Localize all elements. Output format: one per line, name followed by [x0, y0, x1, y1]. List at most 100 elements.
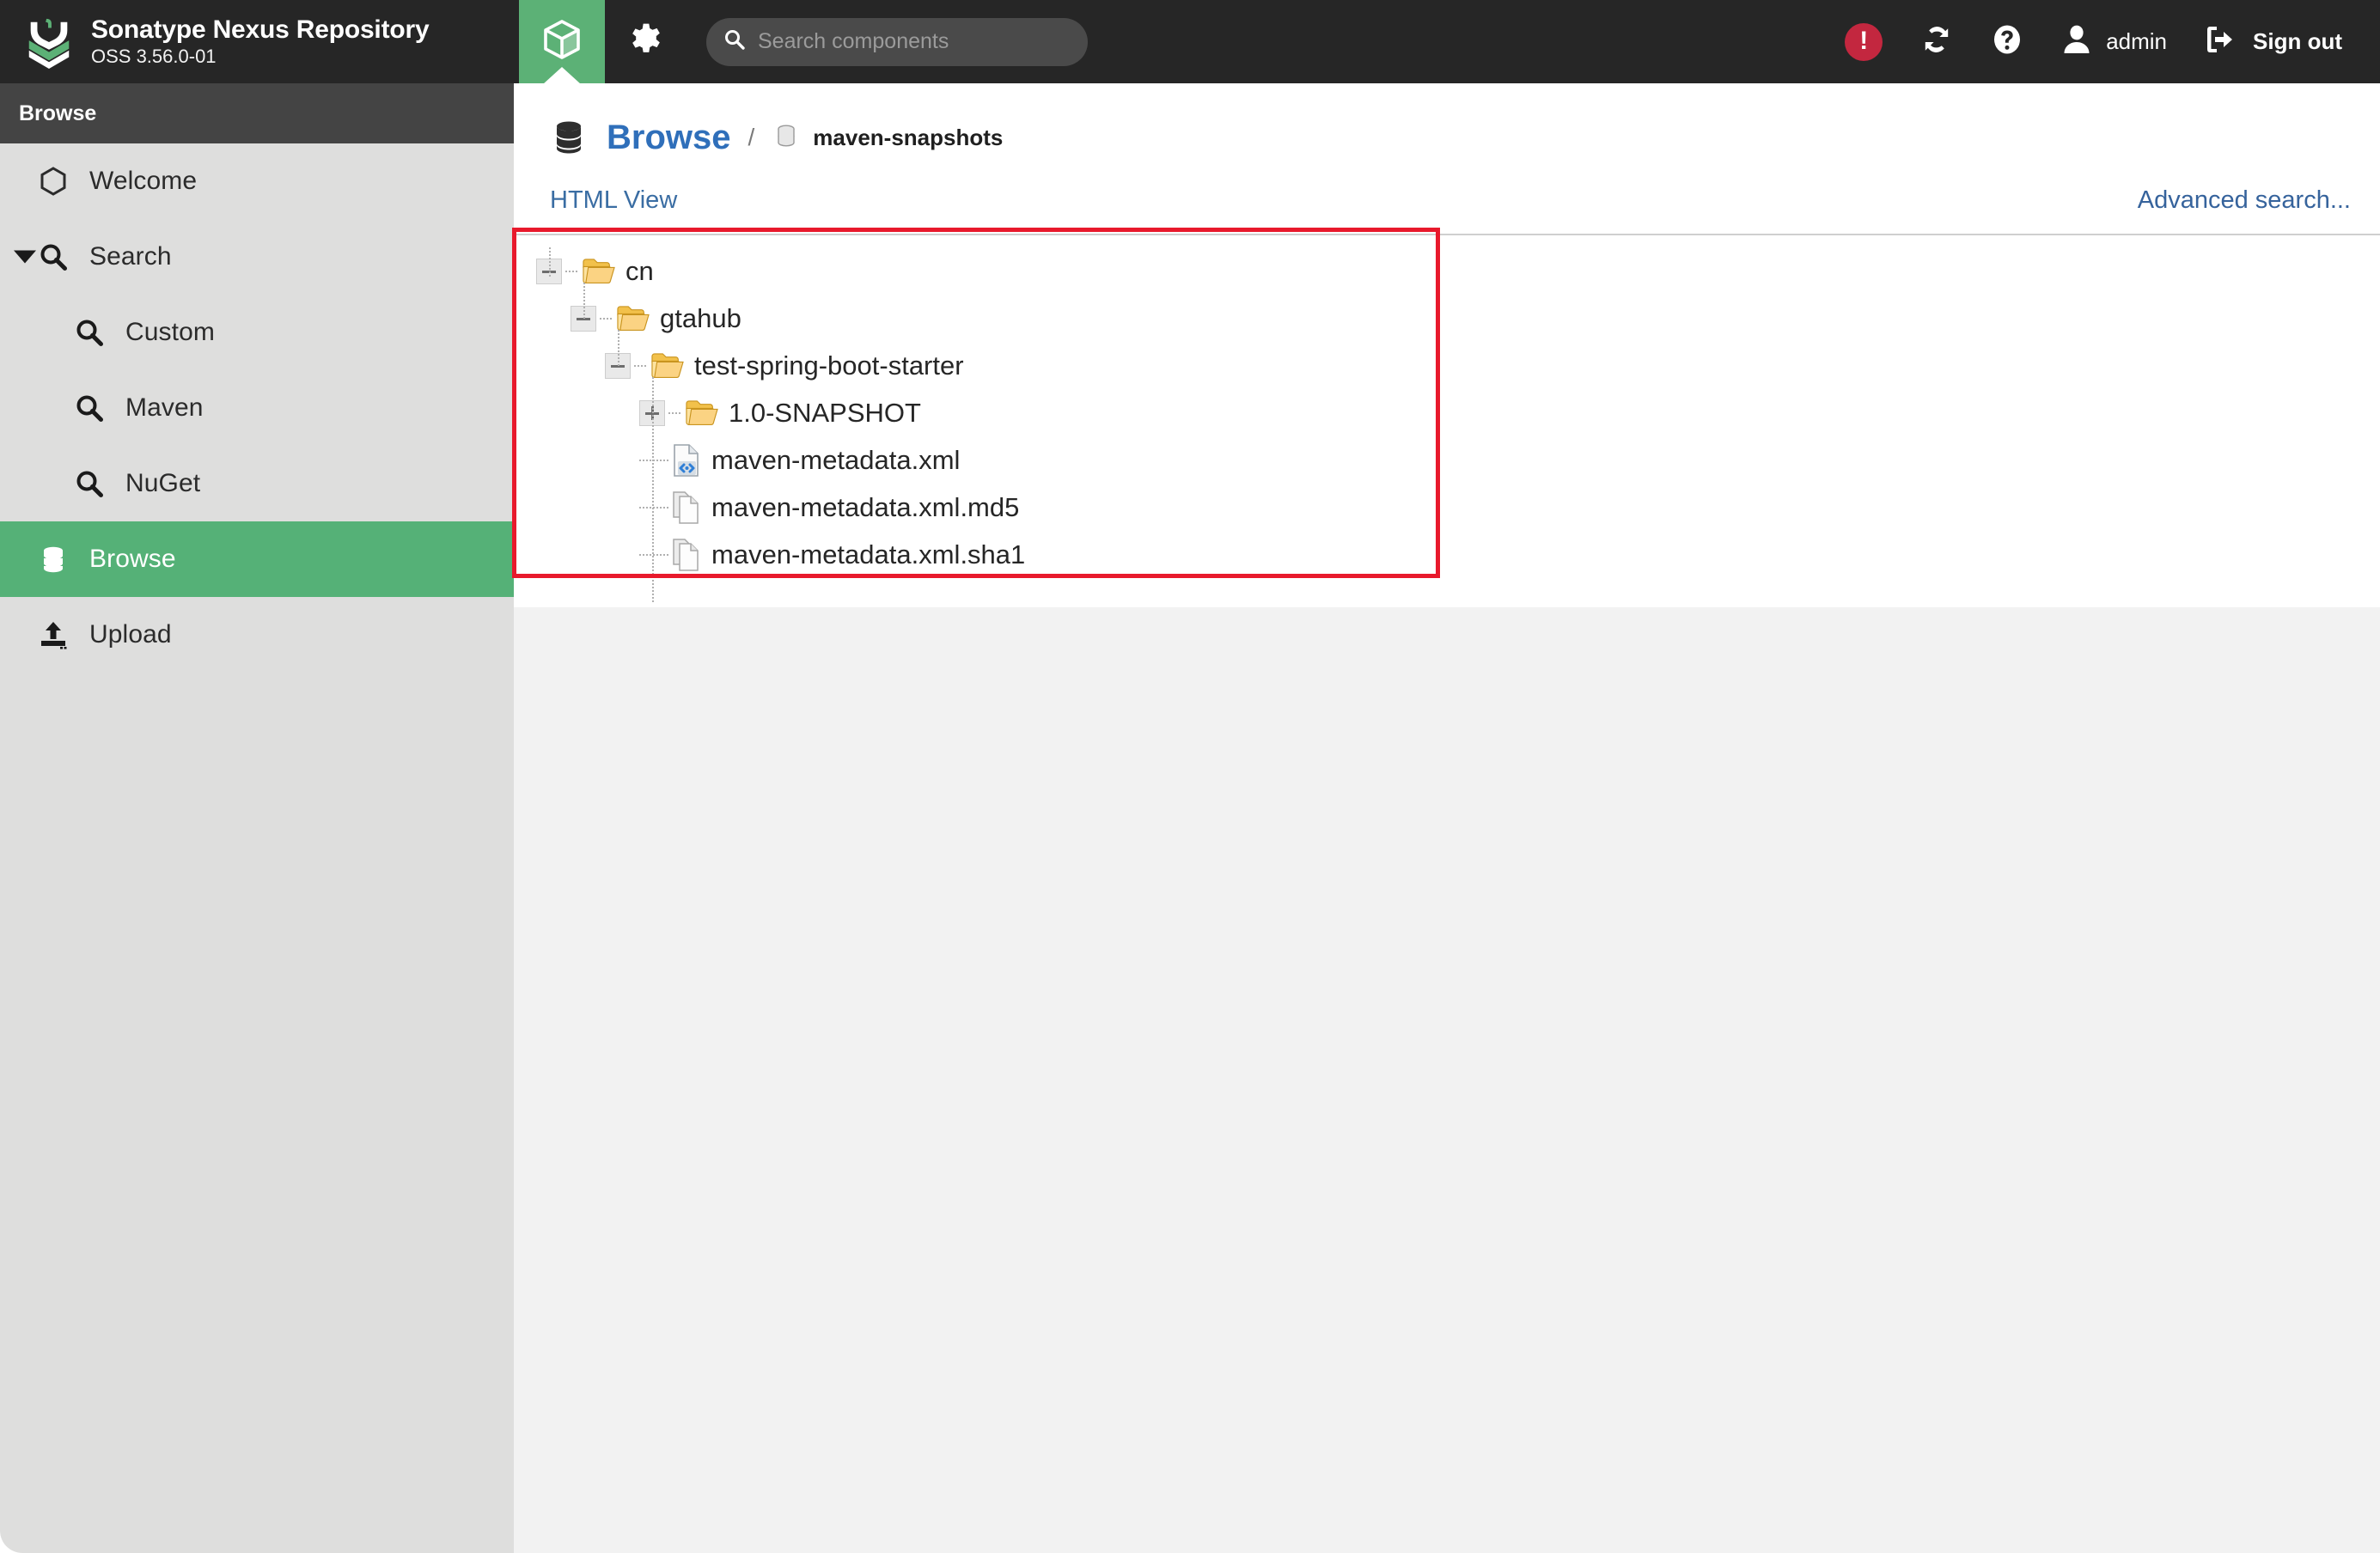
sidebar-item-upload[interactable]: Upload [0, 597, 514, 673]
app-header: Sonatype Nexus Repository OSS 3.56.0-01 [0, 0, 2380, 83]
app-title: Sonatype Nexus Repository [91, 15, 430, 44]
main-content: Browse / maven-snapshots HTML View Advan… [514, 83, 2380, 1553]
header-spacer [1088, 0, 1826, 83]
header-actions: ! admin Sign out [1826, 0, 2380, 83]
cube-icon [541, 19, 583, 64]
nexus-chevrons-logo-icon [22, 15, 76, 69]
sign-out-button[interactable]: Sign out [2184, 23, 2351, 60]
search-icon [72, 466, 107, 501]
sidebar-item-label: Browse [89, 545, 176, 573]
alert-exclamation-icon: ! [1845, 22, 1883, 61]
chevron-down-icon[interactable] [14, 250, 36, 264]
sidebar-item-label: Upload [89, 620, 172, 649]
sidebar-title: Browse [19, 100, 97, 125]
hexagon-icon [36, 164, 70, 198]
tree-file-row[interactable]: maven-metadata.xml.md5 [514, 484, 2380, 531]
tree-file-row[interactable]: maven-metadata.xml.sha1 [514, 531, 2380, 578]
gear-icon [628, 21, 664, 62]
tree-connector-line [639, 553, 668, 556]
tree-item-label: gtahub [660, 302, 741, 333]
sidebar-header: Browse [0, 83, 514, 143]
sidebar: Browse Welcome Search Custom Maven NuGet Brow… [0, 83, 514, 1553]
search-input[interactable] [758, 29, 1072, 54]
tree-folder-row[interactable]: test-spring-boot-starter [514, 342, 2380, 389]
user-avatar-icon [2060, 22, 2094, 61]
search-components-box[interactable] [706, 17, 1088, 66]
tree-folder-row[interactable]: gtahub [514, 295, 2380, 342]
tree-connector-line [639, 459, 668, 461]
tree-item-label: maven-metadata.xml.md5 [711, 491, 1020, 522]
repository-icon [772, 123, 801, 152]
tree-bottom-spacer [514, 607, 2380, 636]
sidebar-item-label: Maven [125, 393, 204, 422]
help-button[interactable] [1972, 0, 2042, 83]
tree-connector-line [668, 411, 682, 414]
help-question-icon [1991, 23, 2023, 60]
tree-guide-line [549, 247, 551, 277]
sidebar-item-label: Custom [125, 318, 215, 346]
tree-folder-row[interactable]: cn [514, 247, 2380, 295]
sidebar-item-nuget[interactable]: NuGet [0, 446, 514, 521]
tree-connector-line [565, 270, 579, 272]
checksum-file-icon [672, 490, 701, 525]
sidebar-item-custom[interactable]: Custom [0, 295, 514, 370]
html-view-link[interactable]: HTML View [550, 186, 677, 215]
alert-symbol: ! [1859, 26, 1869, 55]
tree-item-label: maven-metadata.xml.sha1 [711, 539, 1026, 569]
database-icon [550, 119, 588, 156]
alert-button[interactable]: ! [1826, 0, 1901, 83]
database-icon [36, 542, 70, 576]
tree-item-label: maven-metadata.xml [711, 444, 961, 475]
user-menu-button[interactable]: admin [2042, 22, 2184, 61]
breadcrumb-separator: / [748, 124, 755, 150]
tree-folder-row[interactable]: 1.0-SNAPSHOT [514, 389, 2380, 436]
sign-out-label: Sign out [2253, 28, 2342, 54]
search-icon [36, 240, 70, 274]
breadcrumb-repo-label: maven-snapshots [813, 124, 1004, 150]
breadcrumb: Browse / maven-snapshots [514, 104, 2380, 171]
username-label: admin [2106, 28, 2168, 54]
search-wrapper [706, 0, 1088, 83]
breadcrumb-root-link[interactable]: Browse [607, 119, 731, 157]
advanced-search-link[interactable]: Advanced search... [2138, 186, 2351, 215]
folder-open-icon [617, 305, 650, 332]
sidebar-item-label: Search [89, 242, 172, 271]
search-icon [72, 315, 107, 350]
sidebar-item-label: NuGet [125, 469, 201, 497]
tree-item-label: cn [626, 255, 654, 286]
component-tree-panel: cn gtahub test-spring-boot-starter 1.0-SNAP… [514, 234, 2380, 607]
refresh-sync-icon [1920, 23, 1953, 60]
tree-guide-line [652, 377, 654, 602]
content-header: Browse / maven-snapshots HTML View Advan… [514, 83, 2380, 636]
tree-file-row[interactable]: maven-metadata.xml [514, 436, 2380, 484]
sidebar-item-welcome[interactable]: Welcome [0, 143, 514, 219]
folder-open-icon [651, 352, 684, 380]
brand-block: Sonatype Nexus Repository OSS 3.56.0-01 [0, 0, 519, 83]
refresh-button[interactable] [1901, 0, 1972, 83]
tree-guide-line [583, 283, 585, 319]
tree-connector-line [634, 364, 648, 367]
folder-open-icon [686, 399, 718, 427]
brand-text-block: Sonatype Nexus Repository OSS 3.56.0-01 [91, 15, 430, 68]
sidebar-item-maven[interactable]: Maven [0, 370, 514, 446]
xml-file-icon [672, 443, 701, 478]
search-icon [723, 28, 746, 55]
search-icon [72, 391, 107, 425]
tree-item-label: 1.0-SNAPSHOT [729, 397, 921, 428]
settings-tab-button[interactable] [605, 0, 687, 83]
tree-connector-line [600, 317, 613, 320]
nexus-repository-app: Sonatype Nexus Repository OSS 3.56.0-01 [0, 0, 2380, 1553]
sign-out-icon [2205, 23, 2241, 60]
tree-guide-line [618, 330, 619, 366]
sidebar-item-search[interactable]: Search [0, 219, 514, 295]
tree-item-label: test-spring-boot-starter [694, 350, 964, 381]
browse-tab-button[interactable] [519, 0, 605, 83]
folder-open-icon [583, 258, 615, 285]
sidebar-item-browse[interactable]: Browse [0, 521, 514, 597]
upload-icon [36, 618, 70, 652]
sidebar-item-label: Welcome [89, 167, 198, 195]
view-links-row: HTML View Advanced search... [514, 171, 2380, 234]
sidebar-nav-list: Welcome Search Custom Maven NuGet Browse Uploa… [0, 143, 514, 673]
tree-connector-line [639, 506, 668, 509]
app-version: OSS 3.56.0-01 [91, 46, 217, 67]
